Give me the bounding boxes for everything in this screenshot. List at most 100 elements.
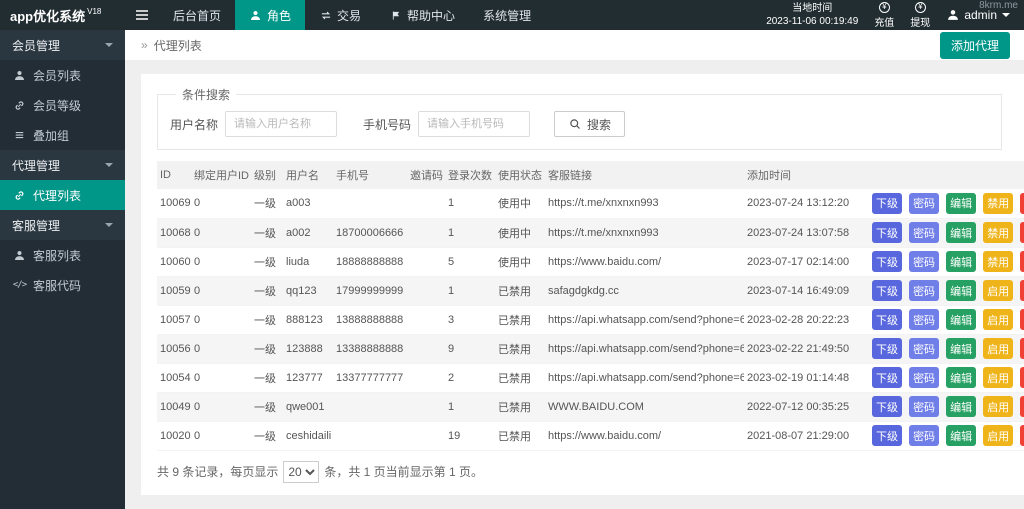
toggle-status-button[interactable]: 启用	[983, 338, 1013, 359]
delete-button[interactable]: 删除	[1020, 222, 1024, 243]
cell-login-count: 1	[445, 392, 495, 421]
edit-button[interactable]: 编辑	[946, 193, 976, 214]
add-agent-button[interactable]: 添加代理	[940, 32, 1010, 59]
cell-bind-user-id: 0	[191, 305, 251, 334]
cell-bind-user-id: 0	[191, 276, 251, 305]
edit-button[interactable]: 编辑	[946, 338, 976, 359]
col-header-bind-user-id: 绑定用户ID	[191, 161, 251, 189]
delete-button[interactable]: 删除	[1020, 280, 1024, 301]
delete-button[interactable]: 删除	[1020, 425, 1024, 446]
password-button[interactable]: 密码	[909, 338, 939, 359]
edit-button[interactable]: 编辑	[946, 396, 976, 417]
delete-button[interactable]: 删除	[1020, 367, 1024, 388]
sub-agent-button[interactable]: 下级	[872, 251, 902, 272]
sub-agent-button[interactable]: 下级	[872, 338, 902, 359]
sidebar-item-service-code[interactable]: </> 客服代码	[0, 270, 125, 300]
list-icon	[13, 130, 26, 140]
sidebar-group-service-mgmt[interactable]: 客服管理	[0, 210, 125, 240]
nav-item-trade[interactable]: 交易	[305, 0, 375, 30]
password-button[interactable]: 密码	[909, 193, 939, 214]
edit-button[interactable]: 编辑	[946, 280, 976, 301]
delete-button[interactable]: 删除	[1020, 338, 1024, 359]
edit-button[interactable]: 编辑	[946, 425, 976, 446]
edit-button[interactable]: 编辑	[946, 222, 976, 243]
user-icon	[13, 250, 26, 261]
delete-button[interactable]: 删除	[1020, 193, 1024, 214]
delete-button[interactable]: 删除	[1020, 396, 1024, 417]
toggle-status-button[interactable]: 启用	[983, 280, 1013, 301]
sub-agent-button[interactable]: 下级	[872, 425, 902, 446]
search-button-label: 搜索	[587, 116, 611, 133]
cell-phone: 18700006666	[333, 218, 407, 247]
cell-id: 10049	[157, 392, 191, 421]
edit-button[interactable]: 编辑	[946, 251, 976, 272]
nav-item-help[interactable]: 帮助中心	[375, 0, 469, 30]
chevron-down-icon	[105, 223, 113, 231]
password-button[interactable]: 密码	[909, 396, 939, 417]
cell-invite-code	[407, 392, 445, 421]
password-button[interactable]: 密码	[909, 367, 939, 388]
sub-agent-button[interactable]: 下级	[872, 309, 902, 330]
username-input[interactable]	[225, 111, 337, 137]
sidebar-item-member-level[interactable]: 会员等级	[0, 90, 125, 120]
toggle-status-button[interactable]: 禁用	[983, 193, 1013, 214]
delete-button[interactable]: 删除	[1020, 309, 1024, 330]
password-button[interactable]: 密码	[909, 309, 939, 330]
toggle-status-button[interactable]: 启用	[983, 425, 1013, 446]
edit-button[interactable]: 编辑	[946, 367, 976, 388]
cell-bind-user-id: 0	[191, 392, 251, 421]
cell-username: 123888	[283, 334, 333, 363]
password-button[interactable]: 密码	[909, 280, 939, 301]
col-header-invite-code: 邀请码	[407, 161, 445, 189]
sidebar-item-agent-list[interactable]: 代理列表	[0, 180, 125, 210]
sub-agent-button[interactable]: 下级	[872, 280, 902, 301]
toggle-status-button[interactable]: 启用	[983, 367, 1013, 388]
cell-level: 一级	[251, 305, 283, 334]
search-panel: 条件搜索 用户名称 手机号码 搜索	[157, 86, 1002, 150]
cell-service-link: https://api.whatsapp.com/send?phone=6011…	[545, 334, 744, 363]
password-button[interactable]: 密码	[909, 251, 939, 272]
sidebar-toggle-icon[interactable]	[125, 0, 159, 30]
sidebar-group-agent-mgmt[interactable]: 代理管理	[0, 150, 125, 180]
cell-created-at: 2021-08-07 21:29:00	[744, 421, 872, 450]
sub-agent-button[interactable]: 下级	[872, 193, 902, 214]
toggle-status-button[interactable]: 启用	[983, 396, 1013, 417]
phone-input[interactable]	[418, 111, 530, 137]
cell-username: ceshidaili	[283, 421, 333, 450]
sidebar-item-label: 客服代码	[33, 277, 81, 294]
toggle-status-button[interactable]: 禁用	[983, 222, 1013, 243]
withdraw-button[interactable]: ¥ 提现	[910, 2, 930, 29]
col-header-status: 使用状态	[495, 161, 545, 189]
pagination: 共 9 条记录，每页显示 20 条，共 1 页当前显示第 1 页。	[157, 451, 1024, 485]
sidebar: 会员管理 会员列表 会员等级 叠加组 代理管理 代理列表 客服管理	[0, 30, 125, 509]
page-size-select[interactable]: 20	[283, 461, 319, 483]
nav-item-dashboard[interactable]: 后台首页	[159, 0, 235, 30]
sidebar-item-member-list[interactable]: 会员列表	[0, 60, 125, 90]
edit-button[interactable]: 编辑	[946, 309, 976, 330]
sidebar-item-service-list[interactable]: 客服列表	[0, 240, 125, 270]
sub-agent-button[interactable]: 下级	[872, 367, 902, 388]
cell-actions: 下级 密码 编辑 启用 删除	[872, 334, 1024, 363]
toggle-status-button[interactable]: 禁用	[983, 251, 1013, 272]
password-button[interactable]: 密码	[909, 222, 939, 243]
sidebar-item-stack-group[interactable]: 叠加组	[0, 120, 125, 150]
search-button[interactable]: 搜索	[554, 111, 625, 137]
col-header-level: 级别	[251, 161, 283, 189]
sub-agent-button[interactable]: 下级	[872, 222, 902, 243]
page-title: 代理列表	[154, 37, 202, 54]
nav-item-label: 系统管理	[483, 7, 531, 24]
cell-invite-code	[407, 276, 445, 305]
toggle-status-button[interactable]: 启用	[983, 309, 1013, 330]
recharge-button[interactable]: ¥ 充值	[874, 2, 894, 29]
nav-item-system[interactable]: 系统管理	[469, 0, 545, 30]
nav-item-role[interactable]: 角色	[235, 0, 305, 30]
sidebar-group-label: 会员管理	[12, 37, 60, 54]
agent-table: ID 绑定用户ID 级别 用户名 手机号 邀请码 登录次数 使用状态 客服链接 …	[157, 161, 1024, 451]
password-button[interactable]: 密码	[909, 425, 939, 446]
delete-button[interactable]: 删除	[1020, 251, 1024, 272]
cell-service-link: https://www.baidu.com/	[545, 247, 744, 276]
sidebar-group-member-mgmt[interactable]: 会员管理	[0, 30, 125, 60]
sub-agent-button[interactable]: 下级	[872, 396, 902, 417]
yen-coin-icon: ¥	[915, 2, 926, 13]
cell-phone	[333, 421, 407, 450]
